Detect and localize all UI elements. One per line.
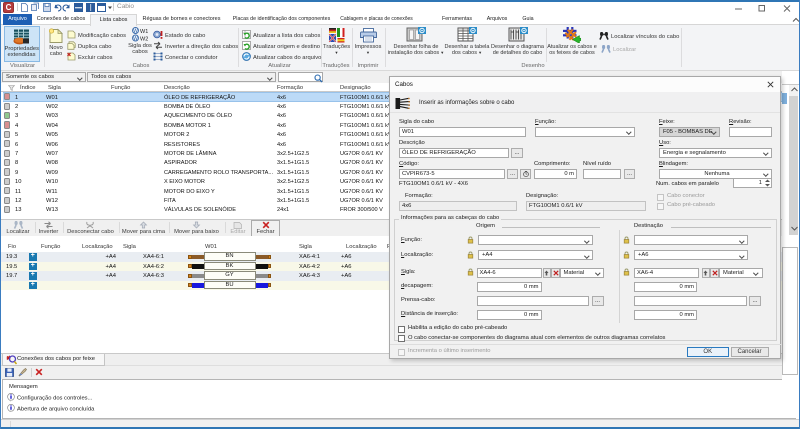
svg-text:W: W [133, 29, 138, 35]
svg-text:W2: W2 [140, 37, 148, 43]
svg-text:W: W [133, 36, 138, 42]
svg-text:W1: W1 [140, 29, 148, 35]
